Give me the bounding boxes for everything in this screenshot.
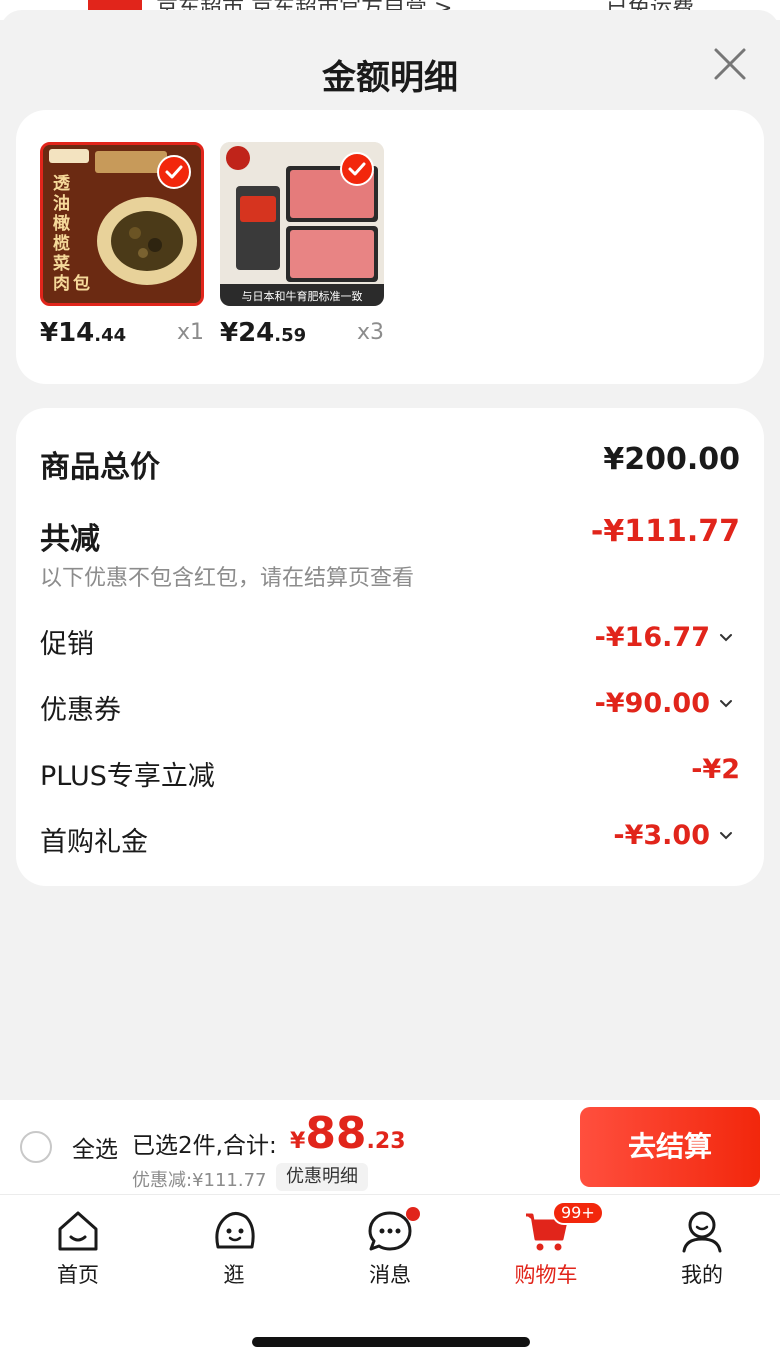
select-all-label[interactable]: 全选 xyxy=(72,1130,118,1164)
discount-value: -¥90.00 xyxy=(594,688,710,719)
svg-text:包: 包 xyxy=(73,273,90,294)
tab-label: 逛 xyxy=(223,1263,245,1287)
product-item[interactable]: 透 油 橄 榄 菜 肉 包 ¥14.44 x1 xyxy=(40,142,204,348)
discount-value: -¥3.00 xyxy=(613,820,710,851)
home-icon xyxy=(58,1211,98,1251)
discount-summary-text: 优惠减:¥111.77 xyxy=(132,1170,267,1191)
tab-label: 首页 xyxy=(57,1263,99,1287)
total-price-label: 商品总价 xyxy=(40,450,160,485)
tab-profile[interactable]: 我的 xyxy=(642,1207,762,1289)
tab-cart[interactable]: 99+ 购物车 xyxy=(486,1201,606,1289)
product-item[interactable]: 与日本和牛育肥标准一致 ¥24.59 x3 xyxy=(220,142,384,348)
discount-value: -¥16.77 xyxy=(594,622,710,653)
selected-check-icon[interactable] xyxy=(340,152,374,186)
checkout-total: ¥88.23 xyxy=(290,1108,406,1159)
tab-messages[interactable]: 消息 xyxy=(330,1207,450,1289)
product-quantity: x1 xyxy=(176,320,204,345)
reduction-note: 以下优惠不包含红包，请在结算页查看 xyxy=(40,566,415,591)
tab-label: 我的 xyxy=(681,1263,723,1287)
total-price-value: ¥200.00 xyxy=(603,442,740,477)
chevron-down-icon[interactable] xyxy=(718,696,734,712)
discount-label: 促销 xyxy=(40,629,94,660)
svg-text:肉: 肉 xyxy=(53,273,70,294)
select-all-checkbox[interactable] xyxy=(20,1131,52,1163)
unread-dot xyxy=(406,1207,420,1221)
discount-label: 优惠券 xyxy=(40,695,121,726)
checkout-button[interactable]: 去结算 xyxy=(580,1107,760,1187)
svg-text:菜: 菜 xyxy=(52,254,71,274)
cart-count-badge: 99+ xyxy=(552,1201,604,1225)
selected-count-text: 已选2件,合计: xyxy=(132,1133,277,1159)
browse-face-icon xyxy=(215,1212,255,1249)
discount-label: 首购礼金 xyxy=(40,827,148,858)
total-reduction-label: 共减 xyxy=(40,522,100,557)
chevron-down-icon[interactable] xyxy=(718,630,734,646)
bottom-tab-bar: 首页 逛 消息 99+ 购物车 我的 xyxy=(0,1194,780,1363)
watermark: 小小八 xyxy=(326,628,417,658)
profile-icon xyxy=(682,1211,722,1253)
discount-value: -¥2 xyxy=(691,754,740,785)
products-card: 透 油 橄 榄 菜 肉 包 ¥14.44 x1 与日本和牛育肥标准一致 ¥24.… xyxy=(16,110,764,384)
discount-detail-button[interactable]: 优惠明细 xyxy=(276,1163,368,1191)
discount-label: PLUS专享立减 xyxy=(40,761,215,792)
chevron-down-icon[interactable] xyxy=(718,828,734,844)
amount-detail-sheet: 金额明细 透 油 橄 榄 菜 肉 包 ¥14.44 x1 与日本和牛育肥标准一致… xyxy=(0,10,780,1100)
home-indicator[interactable] xyxy=(252,1337,530,1347)
total-reduction-value: -¥111.77 xyxy=(590,514,740,549)
svg-text:与日本和牛育肥标准一致: 与日本和牛育肥标准一致 xyxy=(242,289,363,303)
svg-text:透: 透 xyxy=(53,173,71,194)
product-price: ¥14.44 xyxy=(40,318,127,348)
product-thumbnail[interactable]: 与日本和牛育肥标准一致 xyxy=(220,142,384,306)
tab-home[interactable]: 首页 xyxy=(18,1207,138,1289)
product-thumbnail[interactable]: 透 油 橄 榄 菜 肉 包 xyxy=(40,142,204,306)
checkout-bar: 全选 已选2件,合计: ¥88.23 优惠减:¥111.77 优惠明细 去结算 xyxy=(0,1100,780,1194)
product-price: ¥24.59 xyxy=(220,318,307,348)
svg-text:油: 油 xyxy=(53,193,70,214)
sheet-title: 金额明细 xyxy=(322,58,458,98)
svg-text:橄: 橄 xyxy=(53,213,71,234)
product-quantity: x3 xyxy=(356,320,384,345)
close-icon[interactable] xyxy=(706,40,754,88)
tab-label: 消息 xyxy=(369,1263,411,1287)
selected-check-icon[interactable] xyxy=(157,155,191,189)
tab-browse[interactable]: 逛 xyxy=(174,1207,294,1289)
svg-text:榄: 榄 xyxy=(53,233,70,254)
tab-label: 购物车 xyxy=(514,1263,578,1287)
